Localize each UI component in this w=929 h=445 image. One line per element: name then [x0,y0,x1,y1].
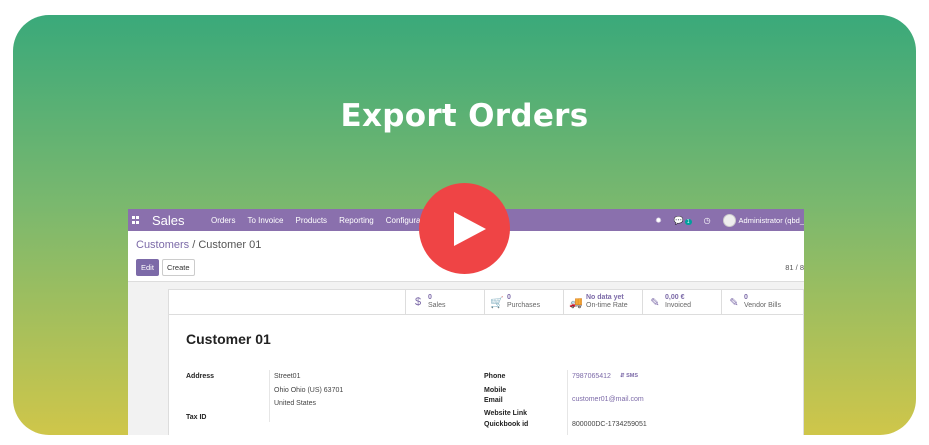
breadcrumb-current: Customer 01 [198,239,262,251]
breadcrumb-separator: / [189,239,199,251]
stat-vendor-bills-button[interactable]: ✎ 0 Vendor Bills [721,290,801,314]
stat-value: 0 [428,293,432,301]
vendor-bill-icon: ✎ [729,296,739,309]
address-label: Address [186,373,215,380]
play-icon [454,212,486,246]
address-country: United States [274,400,317,407]
clock-icon[interactable]: ◷ [704,216,711,225]
menu-to-invoice[interactable]: To Invoice [247,216,283,225]
phone-label: Phone [484,373,506,380]
chat-count-badge: 1 [684,218,692,225]
quickbook-label: Quickbook id [484,421,529,428]
menu-reporting[interactable]: Reporting [339,216,374,225]
breadcrumb: Customers / Customer 01 [136,239,261,251]
stat-value: 0 [507,293,511,301]
truck-icon: 🚚 [569,296,583,309]
headline: Export Orders [340,98,589,134]
bug-icon[interactable]: ✹ [655,216,662,225]
phone-value[interactable]: 7987065412 [572,373,611,380]
divider [567,370,568,435]
customer-name: Customer 01 [186,331,271,347]
cart-icon: 🛒 [490,296,504,309]
dollar-icon: $ [414,296,422,308]
sms-button[interactable]: ⇵ SMS [620,373,638,379]
breadcrumb-customers[interactable]: Customers [136,239,189,251]
website-label: Website Link [484,410,528,417]
quickbook-value: 800000DC-1734259051 [572,421,647,428]
smart-buttons: $ 0 Sales 🛒 0 Purchases 🚚 No data yet On-ti… [169,290,803,315]
stat-label: Purchases [507,302,541,309]
stat-purchases-button[interactable]: 🛒 0 Purchases [484,290,564,314]
form-sheet: $ 0 Sales 🛒 0 Purchases 🚚 No data yet On-ti… [168,289,804,435]
pager[interactable]: 81 / 8 [785,263,804,272]
stat-label: Vendor Bills [744,302,781,309]
menu-products[interactable]: Products [295,216,327,225]
email-value[interactable]: customer01@mail.com [572,396,644,403]
menu-orders[interactable]: Orders [211,216,235,225]
app-title[interactable]: Sales [152,213,199,228]
invoice-icon: ✎ [650,296,660,309]
stat-label: Invoiced [665,302,692,309]
create-button[interactable]: Create [162,259,195,276]
stat-value: 0 [744,293,748,301]
stat-label: Sales [428,302,446,309]
user-menu[interactable]: Administrator (qbd_ [739,216,804,225]
apps-grid-icon[interactable] [132,216,140,224]
address-street: Street01 [274,373,301,380]
avatar[interactable] [722,213,736,227]
address-city: Ohio Ohio (US) 63701 [274,387,344,394]
stat-value: No data yet [586,293,624,301]
stat-ontime-button[interactable]: 🚚 No data yet On-time Rate [563,290,643,314]
tax-id-label: Tax ID [186,414,207,421]
sms-label: SMS [626,373,639,379]
stat-invoiced-button[interactable]: ✎ 0,00 € Invoiced [642,290,722,314]
stat-value: 0,00 € [665,293,685,301]
mobile-label: Mobile [484,387,507,394]
stat-label: On-time Rate [586,302,628,309]
divider [269,370,270,422]
edit-button[interactable]: Edit [136,259,159,276]
stat-sales-button[interactable]: $ 0 Sales [405,290,485,314]
email-label: Email [484,397,503,404]
chat-icon[interactable]: 💬 1 [674,216,692,225]
